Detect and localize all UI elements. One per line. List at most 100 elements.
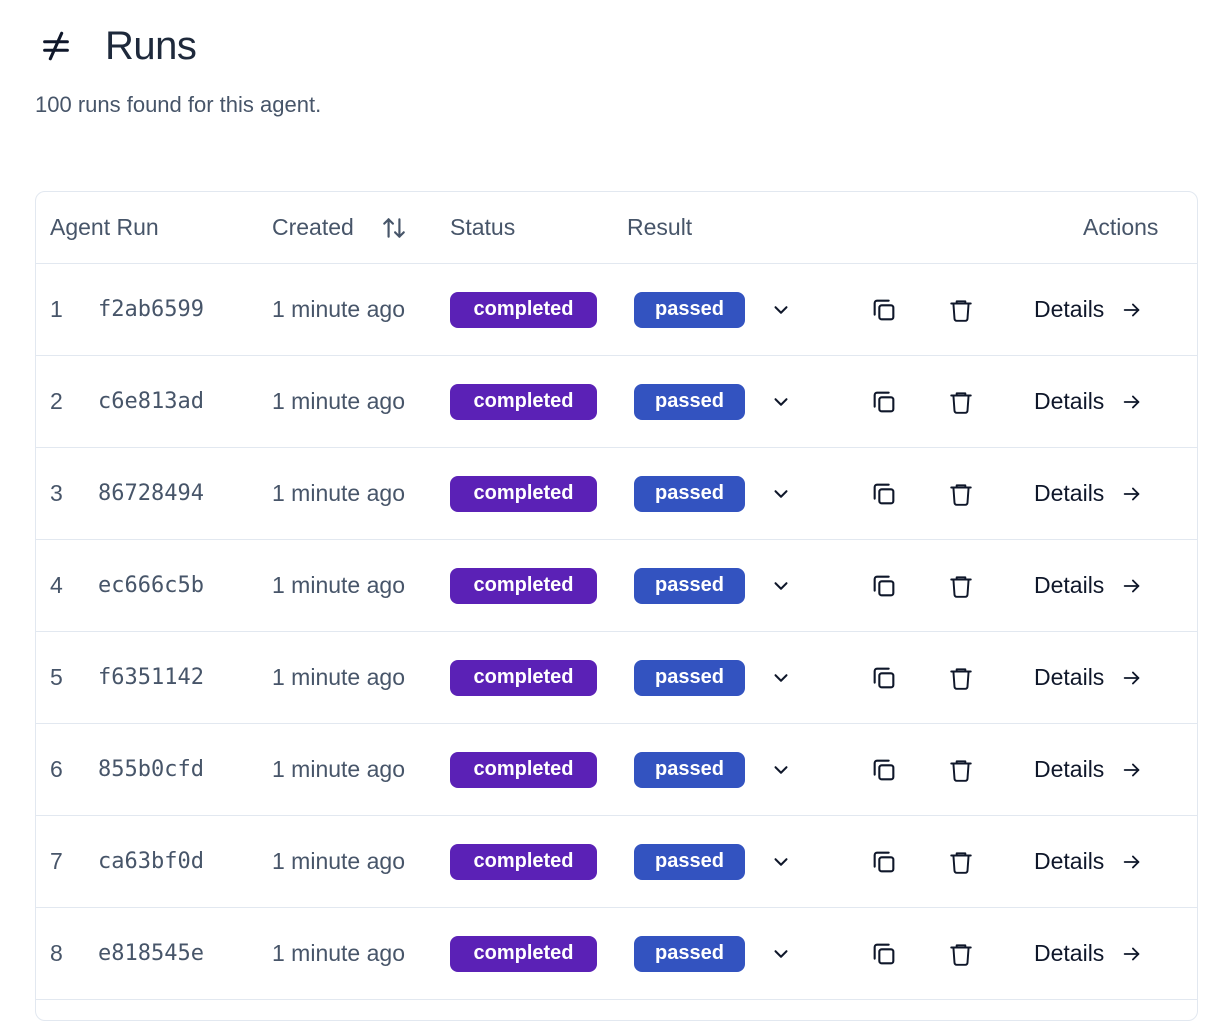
agent-run-id[interactable]: ec666c5b: [98, 540, 204, 631]
details-label: Details: [1034, 848, 1105, 874]
status-badge: completed: [450, 475, 597, 512]
trash-icon[interactable]: [948, 448, 974, 539]
runs-table: Agent Run Created Status Result Actions …: [35, 191, 1198, 1021]
details-link[interactable]: Details: [1034, 632, 1143, 723]
row-index: 7: [50, 848, 63, 874]
created-time: 1 minute ago: [272, 296, 405, 322]
result-badge: passed: [634, 843, 745, 880]
chevron-down-icon[interactable]: [768, 264, 794, 355]
table-row: 5 f6351142 1 minute ago completed passed: [36, 632, 1197, 724]
copy-icon[interactable]: [870, 356, 898, 447]
chevron-down-icon[interactable]: [768, 448, 794, 539]
page-header: Runs: [36, 22, 197, 70]
result-cell: passed: [634, 540, 745, 631]
status-badge: completed: [450, 659, 597, 696]
chevron-down-icon[interactable]: [768, 540, 794, 631]
chevron-down-icon[interactable]: [768, 908, 794, 999]
details-link[interactable]: Details: [1034, 908, 1143, 999]
status-cell: completed: [450, 448, 597, 539]
sort-arrows-icon[interactable]: [381, 215, 407, 241]
result-badge: passed: [634, 475, 745, 512]
chevron-down-icon[interactable]: [768, 816, 794, 907]
table-body: 1 f2ab6599 1 minute ago completed passed: [36, 264, 1197, 1000]
not-equal-icon: [36, 26, 76, 66]
row-index: 4: [50, 572, 63, 598]
trash-icon[interactable]: [948, 356, 974, 447]
created-time: 1 minute ago: [272, 664, 405, 690]
copy-icon[interactable]: [870, 264, 898, 355]
result-badge: passed: [634, 291, 745, 328]
chevron-down-icon[interactable]: [768, 632, 794, 723]
result-badge: passed: [634, 751, 745, 788]
status-badge: completed: [450, 843, 597, 880]
copy-icon[interactable]: [870, 908, 898, 999]
status-cell: completed: [450, 908, 597, 999]
created-time: 1 minute ago: [272, 756, 405, 782]
chevron-down-icon[interactable]: [768, 356, 794, 447]
status-badge: completed: [450, 751, 597, 788]
created-time: 1 minute ago: [272, 848, 405, 874]
agent-run-id[interactable]: c6e813ad: [98, 356, 204, 447]
result-badge: passed: [634, 383, 745, 420]
agent-run-id[interactable]: f2ab6599: [98, 264, 204, 355]
result-badge: passed: [634, 659, 745, 696]
agent-run-id[interactable]: f6351142: [98, 632, 204, 723]
details-link[interactable]: Details: [1034, 540, 1143, 631]
agent-run-id[interactable]: e818545e: [98, 908, 204, 999]
created-time: 1 minute ago: [272, 572, 405, 598]
trash-icon[interactable]: [948, 724, 974, 815]
row-index: 3: [50, 480, 63, 506]
trash-icon[interactable]: [948, 264, 974, 355]
copy-icon[interactable]: [870, 632, 898, 723]
column-header-agent-run: Agent Run: [50, 214, 159, 240]
copy-icon[interactable]: [870, 724, 898, 815]
status-badge: completed: [450, 291, 597, 328]
status-badge: completed: [450, 935, 597, 972]
copy-icon[interactable]: [870, 816, 898, 907]
details-label: Details: [1034, 572, 1105, 598]
arrow-right-icon: [1121, 483, 1143, 505]
copy-icon[interactable]: [870, 540, 898, 631]
table-row: 3 86728494 1 minute ago completed passed: [36, 448, 1197, 540]
column-header-created[interactable]: Created: [272, 192, 407, 263]
agent-run-id[interactable]: 855b0cfd: [98, 724, 204, 815]
status-cell: completed: [450, 632, 597, 723]
column-header-result: Result: [627, 214, 693, 240]
arrow-right-icon: [1121, 299, 1143, 321]
result-cell: passed: [634, 724, 745, 815]
details-link[interactable]: Details: [1034, 264, 1143, 355]
trash-icon[interactable]: [948, 540, 974, 631]
status-cell: completed: [450, 816, 597, 907]
agent-run-id[interactable]: 86728494: [98, 448, 204, 539]
status-cell: completed: [450, 264, 597, 355]
row-index: 5: [50, 664, 63, 690]
column-header-created-label: Created: [272, 214, 354, 240]
trash-icon[interactable]: [948, 908, 974, 999]
arrow-right-icon: [1121, 759, 1143, 781]
details-link[interactable]: Details: [1034, 448, 1143, 539]
column-header-actions: Actions: [1083, 214, 1159, 240]
row-index: 1: [50, 296, 63, 322]
trash-icon[interactable]: [948, 816, 974, 907]
result-cell: passed: [634, 264, 745, 355]
result-cell: passed: [634, 356, 745, 447]
details-link[interactable]: Details: [1034, 724, 1143, 815]
row-index: 2: [50, 388, 63, 414]
status-badge: completed: [450, 383, 597, 420]
details-label: Details: [1034, 388, 1105, 414]
details-link[interactable]: Details: [1034, 356, 1143, 447]
result-cell: passed: [634, 908, 745, 999]
table-row: 2 c6e813ad 1 minute ago completed passed: [36, 356, 1197, 448]
table-row: 4 ec666c5b 1 minute ago completed passed: [36, 540, 1197, 632]
arrow-right-icon: [1121, 575, 1143, 597]
details-link[interactable]: Details: [1034, 816, 1143, 907]
result-badge: passed: [634, 935, 745, 972]
result-cell: passed: [634, 816, 745, 907]
agent-run-id[interactable]: ca63bf0d: [98, 816, 204, 907]
status-badge: completed: [450, 567, 597, 604]
result-badge: passed: [634, 567, 745, 604]
copy-icon[interactable]: [870, 448, 898, 539]
row-index: 6: [50, 756, 63, 782]
trash-icon[interactable]: [948, 632, 974, 723]
chevron-down-icon[interactable]: [768, 724, 794, 815]
